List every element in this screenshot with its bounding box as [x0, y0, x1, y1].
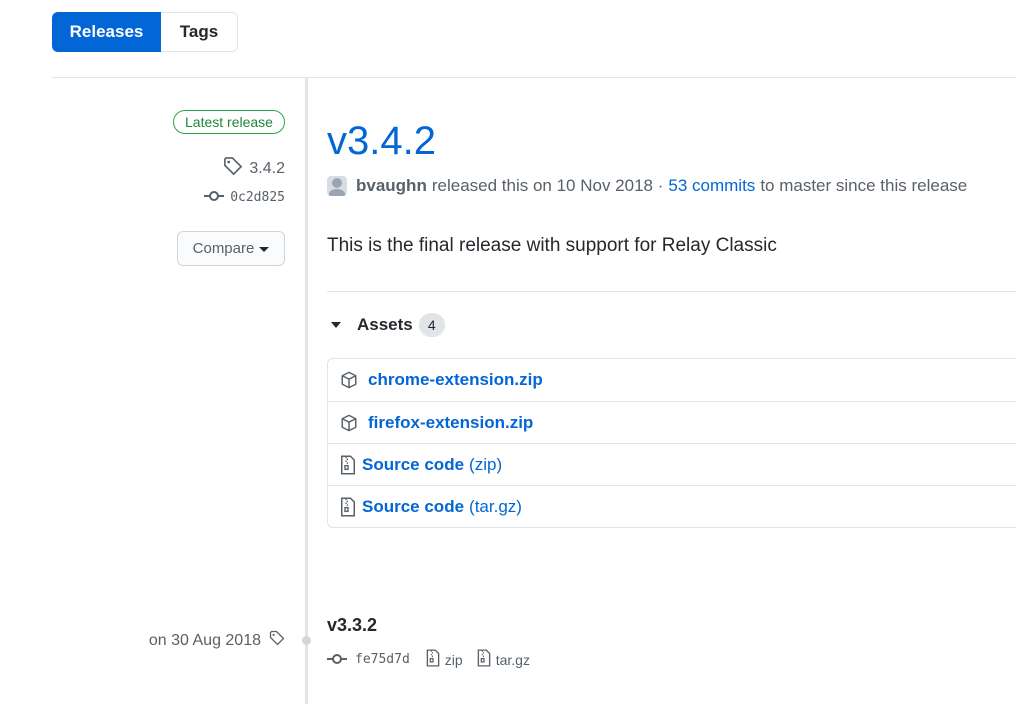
file-zip-icon [426, 649, 440, 670]
top-divider [52, 77, 1016, 78]
release-tag-link[interactable]: 3.4.2 [223, 156, 285, 181]
release-commit-link[interactable]: 0c2d825 [204, 190, 285, 205]
asset-link[interactable]: Source code [362, 497, 464, 517]
tab-releases[interactable]: Releases [52, 12, 161, 52]
assets-toggle[interactable]: Assets 4 [331, 313, 445, 337]
tag-icon [269, 630, 285, 651]
asset-ext: (tar.gz) [469, 496, 522, 516]
timeline-dot [302, 636, 311, 645]
release-title[interactable]: v3.4.2 [327, 115, 436, 167]
commits-suffix: to master since this release [760, 176, 968, 195]
older-release-meta: fe75d7d zip tar.gz [327, 649, 544, 670]
file-zip-icon [340, 497, 356, 517]
asset-row[interactable]: firefox-extension.zip [328, 401, 1016, 443]
package-icon [340, 371, 358, 389]
older-targz-label: tar.gz [495, 651, 530, 668]
asset-row[interactable]: Source code (zip) [328, 443, 1016, 485]
triangle-down-icon [331, 322, 341, 328]
git-commit-icon [204, 190, 225, 205]
compare-label: Compare [192, 240, 255, 257]
tag-label: 3.4.2 [249, 159, 285, 177]
release-tabs: Releases Tags [52, 12, 238, 52]
asset-link[interactable]: Source code [362, 455, 464, 475]
file-zip-icon [477, 649, 491, 670]
release-byline: bvaughn released this on 10 Nov 2018 · 5… [327, 176, 967, 196]
latest-release-badge: Latest release [173, 110, 285, 134]
older-commit-link[interactable]: fe75d7d [355, 652, 410, 667]
release-notes: This is the final release with support f… [327, 235, 777, 256]
released-text: released this on 10 Nov 2018 · [431, 176, 664, 195]
older-date-label: on 30 Aug 2018 [148, 631, 261, 649]
assets-label: Assets [357, 315, 413, 334]
avatar[interactable] [327, 176, 347, 196]
older-release-title[interactable]: v3.3.2 [327, 612, 377, 638]
asset-ext: (zip) [469, 454, 503, 474]
commit-sha: 0c2d825 [230, 190, 285, 205]
caret-down-icon [259, 247, 270, 252]
tag-icon [223, 156, 243, 181]
asset-link[interactable]: chrome-extension.zip [368, 370, 543, 390]
older-targz-link[interactable]: tar.gz [477, 649, 530, 670]
asset-row[interactable]: chrome-extension.zip [328, 359, 1016, 401]
timeline-line [305, 78, 308, 704]
compare-button[interactable]: Compare [177, 231, 285, 266]
package-icon [340, 414, 358, 432]
older-release-date: on 30 Aug 2018 [149, 630, 285, 651]
body-divider [327, 291, 1016, 292]
asset-link[interactable]: firefox-extension.zip [368, 413, 533, 433]
older-zip-label: zip [444, 651, 463, 668]
tab-tags[interactable]: Tags [161, 12, 238, 52]
assets-list: chrome-extension.zip firefox-extension.z… [327, 358, 1016, 528]
git-commit-icon [327, 652, 347, 668]
older-zip-link[interactable]: zip [426, 649, 463, 670]
commits-link[interactable]: 53 commits [668, 176, 755, 196]
file-zip-icon [340, 455, 356, 475]
assets-count-badge: 4 [418, 313, 445, 337]
asset-row[interactable]: Source code (tar.gz) [328, 485, 1016, 527]
author-link[interactable]: bvaughn [356, 176, 427, 196]
